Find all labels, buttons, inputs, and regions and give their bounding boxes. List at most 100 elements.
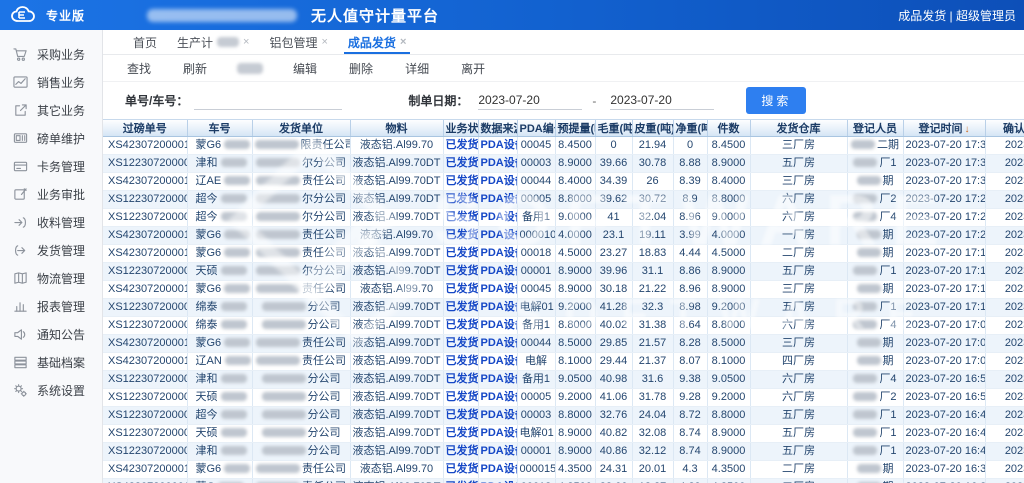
sort-desc-icon: ↓ xyxy=(965,124,970,135)
cell-wh: 二厂房 xyxy=(750,461,847,479)
column-header-net[interactable]: 净重(吨) xyxy=(673,120,707,137)
table-row[interactable]: XS4230720000109蒙G6责任公司液态铝.Al99.70已发货PDA设… xyxy=(103,281,1024,299)
cell-wh: 二厂房 xyxy=(750,479,847,483)
table-row[interactable]: XS12230720000089津和尔分公司液态铝.Al99.70DT已发货PD… xyxy=(103,155,1024,173)
toolbar-button-6[interactable]: 详细 xyxy=(403,58,431,79)
cell-confirm: 2023-07 xyxy=(985,425,1024,443)
column-header-no[interactable]: 过磅单号 xyxy=(103,120,187,137)
search-button[interactable]: 搜索 xyxy=(746,87,806,114)
table-row[interactable]: XS12230720000084津和分公司液态铝.Al99.70DT已发货PDA… xyxy=(103,443,1024,461)
table-row[interactable]: XS12230720000090超今尔分公司液态铝.Al99.70DT已发货PD… xyxy=(103,209,1024,227)
blurred-text xyxy=(853,410,877,419)
cell-car: 辽AE xyxy=(187,173,252,191)
date-to-input[interactable] xyxy=(610,92,714,110)
brand-logo: 专业版 xyxy=(10,5,85,25)
table-row[interactable]: XS4230720000119辽AN责任公司液态铝.Al99.70DT已发货PD… xyxy=(103,353,1024,371)
column-header-time[interactable]: 登记时间↓ xyxy=(903,120,985,137)
table-row[interactable]: XS12230720000088超今尔分公司液态铝.Al99.70DT已发货PD… xyxy=(103,191,1024,209)
order-car-label: 单号/车号： xyxy=(125,92,188,109)
cell-confirm: 2023-07 xyxy=(985,299,1024,317)
table-row[interactable]: XS12230720000085超今分公司液态铝.Al99.70DT已发货PDA… xyxy=(103,407,1024,425)
toolbar-button-2[interactable]: 刷新 xyxy=(181,58,209,79)
tab-1[interactable]: 首页 xyxy=(123,30,167,54)
toolbar-button-blurred[interactable] xyxy=(237,63,263,74)
tab-close-icon[interactable]: × xyxy=(321,37,327,48)
cell-status: 已发货 xyxy=(443,299,478,317)
sidebar-item-13[interactable]: 系统设置 xyxy=(0,376,102,404)
column-header-car[interactable]: 车号 xyxy=(187,120,252,137)
cell-net: 4.3 xyxy=(673,461,707,479)
cell-reg: 厂4 xyxy=(847,209,903,227)
sidebar-item-5[interactable]: 卡务管理 xyxy=(0,152,102,180)
table-row[interactable]: XS12230720000080天硕尔分公司液态铝.Al99.70DT已发货PD… xyxy=(103,263,1024,281)
toolbar-button-7[interactable]: 离开 xyxy=(459,58,487,79)
column-header-pcs[interactable]: 件数 xyxy=(707,120,750,137)
column-header-wh[interactable]: 发货仓库 xyxy=(750,120,847,137)
toolbar-button-5[interactable]: 删除 xyxy=(347,58,375,79)
column-header-status[interactable]: 业务状态 xyxy=(443,120,478,137)
cell-unit: 责任公司 xyxy=(252,353,350,371)
open-tabs-bar: 首页生产计×铝包管理×成品发货× xyxy=(103,30,1024,55)
tab-4[interactable]: 成品发货× xyxy=(338,30,416,54)
table-row[interactable]: XS4230720000120蒙G6限责任公司液态铝.Al99.70已发货PDA… xyxy=(103,137,1024,155)
toolbar-button-1[interactable]: 查找 xyxy=(125,58,153,79)
order-car-input[interactable] xyxy=(194,92,342,110)
table-row[interactable]: XS4230720000124蒙G6责任公司液态铝.Al99.70已发货PDA设… xyxy=(103,227,1024,245)
table-row[interactable]: XS4230720000113蒙G6责任公司液态铝.Al99.70DT已发货PD… xyxy=(103,335,1024,353)
cell-time: 2023-07-20 16:59 xyxy=(903,371,985,389)
column-header-gross[interactable]: 毛重(吨) xyxy=(595,120,632,137)
sidebar-item-2[interactable]: 销售业务 xyxy=(0,68,102,96)
column-header-pre[interactable]: 预提量(吨) xyxy=(555,120,595,137)
sidebar-item-6[interactable]: 业务审批 xyxy=(0,180,102,208)
tab-close-icon[interactable]: × xyxy=(400,37,406,48)
table-row[interactable]: XS12230720000086绵泰分公司液态铝.Al99.70DT已发货PDA… xyxy=(103,299,1024,317)
user-menu[interactable]: 成品发货 | 超级管理员 xyxy=(898,7,1016,24)
toolbar-button-4[interactable]: 编辑 xyxy=(291,58,319,79)
column-header-src[interactable]: 数据来源 xyxy=(478,120,517,137)
blurred-text xyxy=(853,374,877,383)
blurred-text xyxy=(857,338,881,347)
column-header-tare[interactable]: 皮重(吨) xyxy=(632,120,673,137)
tab-3[interactable]: 铝包管理× xyxy=(259,30,337,54)
sidebar-item-8[interactable]: 发货管理 xyxy=(0,236,102,264)
cell-net: 8.64 xyxy=(673,317,707,335)
table-row[interactable]: XS4230720000117蒙G责任公司液态铝.Al99.70DT已发货PDA… xyxy=(103,479,1024,483)
cell-unit: 分公司 xyxy=(252,443,350,461)
sidebar-item-1[interactable]: 采购业务 xyxy=(0,40,102,68)
cell-car: 超今 xyxy=(187,191,252,209)
sidebar-item-9[interactable]: 物流管理 xyxy=(0,264,102,292)
column-header-mat[interactable]: 物料 xyxy=(350,120,443,137)
table-row[interactable]: XS12230720000082绵泰分公司液态铝.Al99.70DT已发货PDA… xyxy=(103,317,1024,335)
table-row[interactable]: XS4230720000115蒙G6责任公司液态铝.Al99.70已发货PDA设… xyxy=(103,461,1024,479)
date-from-input[interactable] xyxy=(478,92,582,110)
cell-tare: 19.11 xyxy=(632,227,673,245)
table-row[interactable]: XS12230720000079天硕分公司液态铝.Al99.70DT已发货PDA… xyxy=(103,425,1024,443)
sidebar-item-4[interactable]: 磅单维护 xyxy=(0,124,102,152)
column-header-unit[interactable]: 发货单位 xyxy=(252,120,350,137)
table-row[interactable]: XS12230720000087津和分公司液态铝.Al99.70DT已发货PDA… xyxy=(103,371,1024,389)
table-row[interactable]: XS4230720000116辽AE责任公司液态铝.Al99.70DT已发货PD… xyxy=(103,173,1024,191)
cell-wh: 六厂房 xyxy=(750,209,847,227)
column-header-reg[interactable]: 登记人员 xyxy=(847,120,903,137)
column-header-confirm[interactable]: 确认时间 xyxy=(985,120,1024,137)
table-row[interactable]: XS12230720000083天硕分公司液态铝.Al99.70DT已发货PDA… xyxy=(103,389,1024,407)
blurred-text xyxy=(221,266,247,275)
sidebar-item-7[interactable]: 收料管理 xyxy=(0,208,102,236)
cell-time: 2023-07-20 17:05 xyxy=(903,335,985,353)
cell-status: 已发货 xyxy=(443,155,478,173)
cell-src: PDA设备 xyxy=(478,263,517,281)
sidebar-item-11[interactable]: 通知公告 xyxy=(0,320,102,348)
sidebar-item-3[interactable]: 其它业务 xyxy=(0,96,102,124)
blurred-text xyxy=(262,446,306,455)
tab-2[interactable]: 生产计× xyxy=(167,30,259,54)
sidebar-item-12[interactable]: 基础档案 xyxy=(0,348,102,376)
blurred-text xyxy=(256,176,300,185)
sidebar-nav: 采购业务 销售业务 其它业务 磅单维护 卡务管理 业务审批 收料管理 发货管理 … xyxy=(0,30,103,483)
blurred-text xyxy=(224,284,250,293)
cell-confirm: 2023-07 xyxy=(985,245,1024,263)
cell-pre: 8.5000 xyxy=(555,335,595,353)
tab-close-icon[interactable]: × xyxy=(243,37,249,48)
table-row[interactable]: XS4230720000123蒙G6责任公司液态铝.Al99.70DT已发货PD… xyxy=(103,245,1024,263)
sidebar-item-10[interactable]: 报表管理 xyxy=(0,292,102,320)
column-header-pda[interactable]: PDA编号 xyxy=(517,120,555,137)
